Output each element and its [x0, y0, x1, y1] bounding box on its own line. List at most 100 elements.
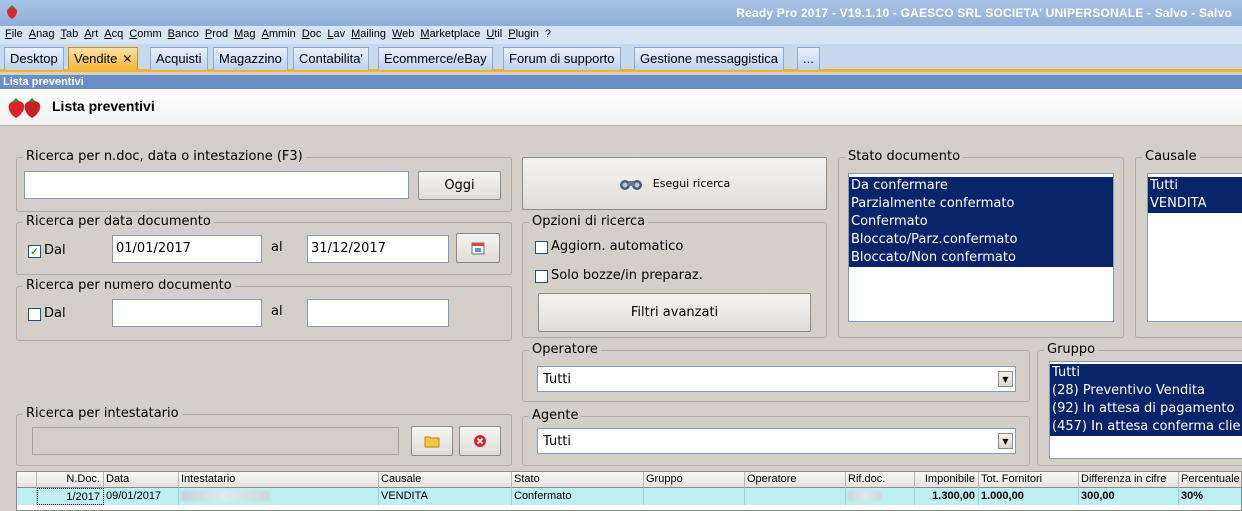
column-header[interactable]: Gruppo	[644, 472, 745, 488]
page-title: Lista preventivi	[52, 98, 155, 114]
list-item[interactable]: Bloccato/Non confermato	[849, 249, 1113, 267]
cell-rifdoc	[846, 488, 915, 505]
drafts-only-checkbox[interactable]	[535, 270, 548, 283]
date-to-input[interactable]: 31/12/2017	[307, 235, 449, 263]
reason-listbox[interactable]: Tutti VENDITA	[1147, 173, 1242, 322]
column-header[interactable]: Imponibile	[915, 472, 979, 488]
menu-item-mag[interactable]: Mag	[233, 26, 260, 44]
menu-item-file[interactable]: File	[4, 26, 28, 44]
list-item[interactable]: Da confermare	[849, 177, 1113, 195]
tab-label: Ecommerce/eBay	[384, 51, 487, 66]
column-header[interactable]: Stato	[512, 472, 644, 488]
list-item[interactable]: Confermato	[849, 213, 1113, 231]
search-number-legend: Ricerca per numero documento	[23, 278, 235, 293]
quotes-table: N.Doc. Data Intestatario Causale Stato Gruppo…	[16, 471, 1242, 511]
menu-item-prod[interactable]: Prod	[204, 26, 233, 44]
menu-bar: File Anag Tab Art Acq Comm Banco Prod Mag Ammin Do…	[0, 26, 1242, 44]
cell-stato: Confermato	[512, 488, 644, 505]
list-item[interactable]: (28) Preventivo Vendita	[1050, 382, 1242, 400]
column-header[interactable]: Differenza in cifre	[1079, 472, 1179, 488]
list-item[interactable]: Tutti	[1148, 177, 1242, 195]
page-header: Lista preventivi	[0, 89, 1242, 126]
holder-input	[32, 427, 399, 455]
column-header[interactable]: Percentuale	[1179, 472, 1241, 488]
menu-item-art[interactable]: Art	[83, 26, 103, 44]
menu-item-ammin[interactable]: Ammin	[261, 26, 301, 44]
menu-item-util[interactable]: Util	[485, 26, 507, 44]
clear-holder-button[interactable]	[459, 426, 501, 456]
list-item[interactable]: (457) In attesa conferma clie	[1050, 418, 1242, 436]
group-listbox[interactable]: Tutti (28) Preventivo Vendita (92) In atte…	[1049, 361, 1242, 459]
list-item[interactable]: (92) In attesa di pagamento	[1050, 400, 1242, 418]
window-title: Ready Pro 2017 - V19.1.10 - GAESCO SRL S…	[736, 6, 1232, 20]
date-from-input[interactable]: 01/01/2017	[112, 235, 262, 263]
menu-item-web[interactable]: Web	[391, 26, 419, 44]
chevron-down-icon[interactable]: ▼	[998, 371, 1013, 387]
search-date-legend: Ricerca per data documento	[23, 214, 214, 229]
sub-header: Lista preventivi	[0, 75, 1242, 89]
advanced-filters-button[interactable]: Filtri avanzati	[538, 293, 811, 332]
list-item[interactable]: Bloccato/Parz.confermato	[849, 231, 1113, 249]
operator-selected: Tutti	[543, 372, 572, 387]
number-to-input[interactable]	[307, 299, 449, 327]
menu-item-mailing[interactable]: Mailing	[350, 26, 391, 44]
cell-gruppo	[644, 488, 745, 505]
tab-acquisti[interactable]: Acquisti	[150, 47, 208, 70]
cell-ndoc: 1/2017	[37, 488, 104, 505]
menu-item-acq[interactable]: Acq	[103, 26, 128, 44]
menu-item-marketplace[interactable]: Marketplace	[419, 26, 485, 44]
number-from-checkbox[interactable]	[28, 308, 41, 321]
number-from-input[interactable]	[112, 299, 262, 327]
column-header[interactable]: Data	[104, 472, 179, 488]
tab-gestionemessaggistica[interactable]: Gestione messaggistica	[634, 47, 785, 70]
module-tab-strip: Desktop Vendite ✕ Acquisti Magazzino Contabil…	[0, 44, 1242, 72]
menu-item-banco[interactable]: Banco	[167, 26, 204, 44]
tab-[interactable]: ...	[797, 47, 820, 70]
calendar-button[interactable]	[456, 233, 500, 263]
tab-label: ...	[803, 51, 814, 66]
number-from-label: Dal	[44, 306, 66, 321]
menu-item-tab[interactable]: Tab	[59, 26, 83, 44]
tab-vendite[interactable]: Vendite ✕	[68, 47, 139, 70]
search-options-legend: Opzioni di ricerca	[529, 214, 649, 229]
agent-select[interactable]: Tutti ▼	[537, 428, 1016, 454]
column-header[interactable]: Rif.doc.	[846, 472, 915, 488]
menu-item-doc[interactable]: Doc	[301, 26, 327, 44]
menu-item-comm[interactable]: Comm	[128, 26, 166, 44]
browse-holder-button[interactable]	[411, 426, 453, 456]
auto-update-checkbox[interactable]	[535, 241, 548, 254]
close-icon[interactable]: ✕	[122, 52, 132, 66]
run-search-button[interactable]: Esegui ricerca	[522, 157, 827, 210]
chevron-down-icon[interactable]: ▼	[998, 433, 1013, 449]
list-item[interactable]: Parzialmente confermato	[849, 195, 1113, 213]
column-header[interactable]	[17, 472, 37, 488]
menu-item-plugin[interactable]: Plugin	[507, 26, 544, 44]
tab-label: Desktop	[10, 51, 58, 66]
today-button[interactable]: Oggi	[418, 171, 501, 200]
column-header[interactable]: Tot. Fornitori	[979, 472, 1079, 488]
tab-desktop[interactable]: Desktop	[4, 47, 64, 70]
redacted-text	[848, 491, 882, 501]
cell-intestatario	[179, 488, 379, 505]
list-item[interactable]: VENDITA	[1148, 195, 1242, 213]
column-header[interactable]: N.Doc.	[37, 472, 104, 488]
tab-magazzino[interactable]: Magazzino	[213, 47, 288, 70]
binoculars-icon	[619, 179, 642, 190]
tab-forumdisupporto[interactable]: Forum di supporto	[503, 47, 621, 70]
menu-item-anag[interactable]: Anag	[28, 26, 60, 44]
date-from-checkbox[interactable]: ✓	[28, 245, 41, 258]
table-row[interactable]: 1/2017 09/01/2017 VENDITA Confermato 1.300,0…	[17, 488, 1241, 505]
doc-status-listbox[interactable]: Da confermare Parzialmente confermato Conf…	[848, 173, 1114, 322]
menu-item-[interactable]: ?	[544, 26, 556, 44]
menu-item-lav[interactable]: Lav	[326, 26, 350, 44]
column-header[interactable]: Operatore	[745, 472, 846, 488]
tab-contabilita[interactable]: Contabilita'	[293, 47, 369, 70]
column-header[interactable]: Causale	[379, 472, 512, 488]
search-text-input[interactable]	[24, 171, 409, 199]
tab-ecommerceebay[interactable]: Ecommerce/eBay	[378, 47, 493, 70]
operator-select[interactable]: Tutti ▼	[537, 366, 1016, 392]
tab-label: Contabilita'	[299, 51, 363, 66]
reason-legend: Causale	[1142, 149, 1200, 164]
column-header[interactable]: Intestatario	[179, 472, 379, 488]
list-item[interactable]: Tutti	[1050, 364, 1242, 382]
